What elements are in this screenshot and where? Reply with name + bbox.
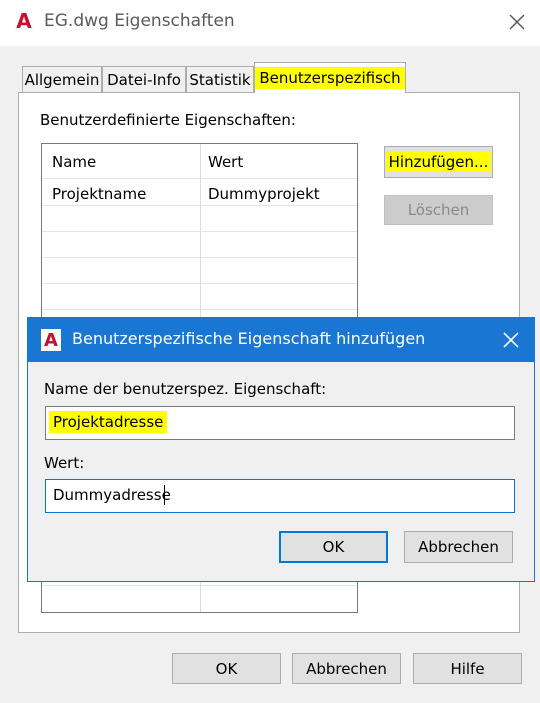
row-divider [42, 283, 357, 284]
row-divider [42, 178, 357, 179]
dialog-ok-button[interactable]: OK [279, 531, 388, 563]
tab-allgemein[interactable]: Allgemein [22, 66, 102, 92]
tab-datei-info[interactable]: Datei-Info [102, 66, 186, 92]
property-value-text: Dummyadresse [53, 486, 171, 504]
property-value-cell[interactable]: Dummyprojekt [208, 185, 320, 203]
property-name-field[interactable]: Projektadresse [45, 406, 515, 440]
delete-property-button[interactable]: Löschen [384, 195, 493, 225]
ok-button[interactable]: OK [172, 653, 281, 684]
dialog-title: Benutzerspezifische Eigenschaft hinzufüg… [72, 329, 426, 348]
help-button[interactable]: Hilfe [413, 653, 522, 684]
column-header-name[interactable]: Name [52, 153, 96, 171]
column-header-value[interactable]: Wert [208, 153, 243, 171]
row-divider [42, 231, 357, 232]
row-divider [42, 585, 357, 586]
cancel-button[interactable]: Abbrechen [292, 653, 401, 684]
custom-properties-label: Benutzerdefinierte Eigenschaften: [40, 111, 296, 129]
tab-benutzerspezifisch-label: Benutzerspezifisch [255, 67, 405, 89]
autocad-logo-icon: A [14, 9, 34, 33]
close-icon[interactable] [500, 6, 534, 38]
add-property-button[interactable]: Hinzufügen... [384, 146, 493, 178]
property-name-value: Projektadresse [49, 411, 168, 433]
property-name-cell[interactable]: Projektname [52, 185, 146, 203]
tab-benutzerspezifisch[interactable]: Benutzerspezifisch [254, 62, 406, 93]
autocad-logo-icon: A [41, 329, 61, 351]
property-value-label: Wert: [44, 454, 85, 472]
dialog-close-icon[interactable] [494, 324, 528, 356]
window-title: EG.dwg Eigenschaften [44, 11, 235, 31]
property-name-label: Name der benutzerspez. Eigenschaft: [44, 380, 327, 398]
row-divider [42, 257, 357, 258]
text-cursor [164, 485, 165, 505]
row-divider [42, 309, 357, 310]
add-property-button-label: Hinzufügen... [385, 152, 492, 172]
row-divider [42, 205, 357, 206]
property-value-field[interactable]: Dummyadresse [45, 479, 515, 513]
add-custom-property-dialog: A Benutzerspezifische Eigenschaft hinzuf… [27, 317, 535, 582]
tab-statistik[interactable]: Statistik [186, 66, 254, 92]
dialog-cancel-button[interactable]: Abbrechen [404, 531, 513, 563]
